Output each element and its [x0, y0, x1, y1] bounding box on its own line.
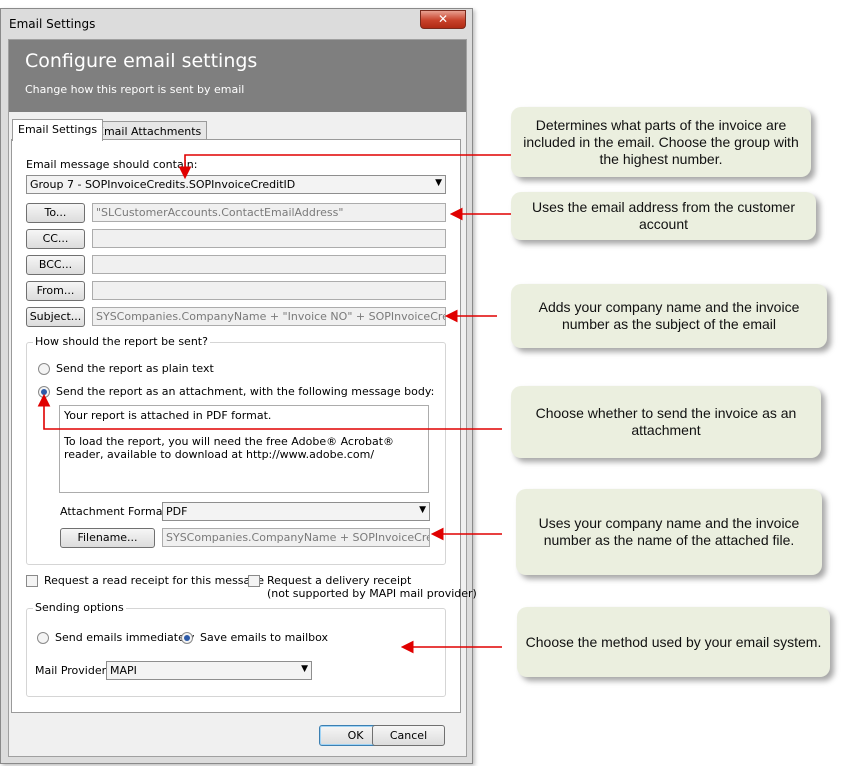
from-button[interactable]: From... [26, 281, 85, 301]
dialog-body: Configure email settings Change how this… [8, 39, 477, 757]
header-subtitle: Change how this report is sent by email [25, 83, 245, 96]
contain-group-select[interactable]: Group 7 - SOPInvoiceCredits.SOPInvoiceCr… [26, 175, 446, 194]
message-body-line2: To load the report, you will need the fr… [64, 435, 395, 461]
delivery-receipt-checkbox[interactable] [248, 575, 260, 587]
tab-email-settings[interactable]: Email Settings [12, 119, 104, 141]
save-to-mailbox-radio[interactable] [181, 632, 193, 644]
read-receipt-label: Request a read receipt for this message [44, 574, 265, 587]
contain-label: Email message should contain: [26, 158, 198, 171]
attachment-label: Send the report as an attachment, with t… [56, 385, 435, 398]
send-method-title: How should the report be sent? [33, 335, 210, 348]
cc-button[interactable]: CC... [26, 229, 85, 249]
dialog-header: Configure email settings Change how this… [9, 40, 466, 112]
close-button[interactable]: ✕ [420, 10, 466, 29]
mail-provider-value: MAPI [110, 664, 137, 677]
delivery-receipt-label: Request a delivery receipt [267, 574, 412, 587]
tab-email-attachments[interactable]: Email Attachments [91, 121, 208, 141]
mail-provider-label: Mail Provider [35, 664, 107, 677]
callout-subject: Adds your company name and the invoice n… [511, 284, 827, 348]
email-settings-window: Email Settings ✕ Configure email setting… [0, 8, 477, 764]
callout-mail-provider: Choose the method used by your email sys… [517, 607, 830, 677]
chevron-down-icon: ▼ [301, 664, 308, 674]
window-title: Email Settings [9, 17, 96, 31]
from-field[interactable] [92, 281, 446, 300]
send-immediately-radio[interactable] [37, 632, 49, 644]
subject-button[interactable]: Subject... [26, 307, 85, 327]
header-title: Configure email settings [25, 50, 258, 72]
send-immediately-label: Send emails immediately [55, 631, 195, 644]
contain-group-value: Group 7 - SOPInvoiceCredits.SOPInvoiceCr… [30, 178, 296, 191]
title-bar: Email Settings ✕ [1, 9, 472, 39]
email-settings-panel: Email message should contain: Group 7 - … [11, 139, 477, 713]
save-to-mailbox-label: Save emails to mailbox [200, 631, 329, 644]
to-button[interactable]: To... [26, 203, 85, 223]
attachment-format-label: Attachment Format: [60, 505, 171, 518]
plain-text-label: Send the report as plain text [56, 362, 214, 375]
plain-text-radio[interactable] [38, 363, 50, 375]
filename-field[interactable]: SYSCompanies.CompanyName + SOPInvoiceCre… [162, 528, 430, 547]
attachment-format-select[interactable]: PDF ▼ [162, 502, 430, 521]
bcc-field[interactable] [92, 255, 446, 274]
callout-to-address: Uses the email address from the customer… [511, 192, 816, 240]
to-field[interactable]: "SLCustomerAccounts.ContactEmailAddress" [92, 203, 446, 222]
chevron-down-icon: ▼ [419, 505, 426, 515]
callout-contain: Determines what parts of the invoice are… [511, 107, 811, 177]
attachment-radio[interactable] [38, 386, 50, 398]
sending-options-group: Sending options Send emails immediately … [26, 601, 446, 697]
cc-field[interactable] [92, 229, 446, 248]
cancel-button[interactable]: Cancel [372, 725, 445, 746]
filename-button[interactable]: Filename... [60, 528, 155, 548]
delivery-receipt-note: (not supported by MAPI mail provider) [267, 587, 477, 600]
subject-field[interactable]: SYSCompanies.CompanyName + "Invoice NO" … [92, 307, 446, 326]
sending-options-title: Sending options [33, 601, 126, 614]
attachment-format-value: PDF [166, 505, 188, 518]
callout-attachment: Choose whether to send the invoice as an… [511, 386, 821, 458]
read-receipt-checkbox[interactable] [26, 575, 38, 587]
chevron-down-icon: ▼ [435, 178, 442, 188]
bcc-button[interactable]: BCC... [26, 255, 85, 275]
mail-provider-select[interactable]: MAPI ▼ [106, 661, 312, 680]
message-body-line1: Your report is attached in PDF format. [64, 409, 272, 422]
message-body-textarea[interactable]: Your report is attached in PDF format. T… [59, 405, 429, 493]
callout-filename: Uses your company name and the invoice n… [516, 489, 822, 575]
